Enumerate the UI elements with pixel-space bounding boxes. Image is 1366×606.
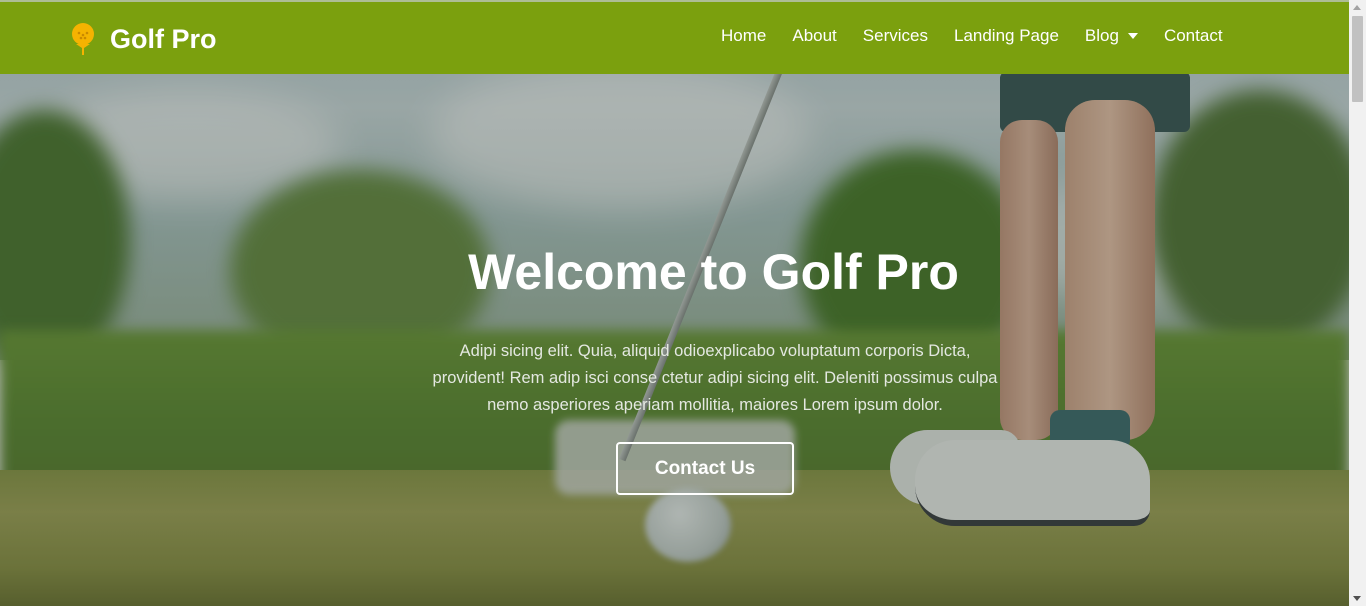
scrollbar-thumb[interactable]: [1352, 16, 1363, 102]
nav-landing-page-label: Landing Page: [953, 26, 1059, 45]
contact-us-button[interactable]: Contact Us: [616, 442, 794, 495]
nav-about-label: About: [792, 26, 837, 45]
page: Welcome to Golf Pro Adipi sicing elit. Q…: [0, 0, 1349, 606]
nav-blog-label: Blog: [1084, 26, 1119, 45]
nav-services-label: Services: [862, 26, 928, 45]
brand-link[interactable]: Golf Pro: [68, 22, 217, 56]
navbar-top-border: [0, 0, 1349, 2]
vertical-scrollbar[interactable]: [1349, 0, 1366, 606]
nav-services[interactable]: Services: [863, 26, 928, 46]
hero-overlay: [0, 0, 1349, 606]
scroll-up-arrow-icon[interactable]: [1353, 5, 1361, 10]
nav-blog-dropdown[interactable]: Blog: [1085, 26, 1138, 46]
nav-home[interactable]: Home: [721, 26, 766, 46]
nav-about[interactable]: About: [792, 26, 836, 46]
nav-contact[interactable]: Contact: [1164, 26, 1223, 46]
caret-down-icon: [1127, 33, 1138, 39]
nav-menu: Home About Services Landing Page Blog Co…: [721, 26, 1223, 46]
hero-section: Welcome to Golf Pro Adipi sicing elit. Q…: [0, 0, 1349, 606]
hero-text: Adipi sicing elit. Quia, aliquid odioexp…: [432, 342, 998, 414]
navbar: Golf Pro Home About Services Landing Pag…: [0, 0, 1349, 74]
nav-landing-page[interactable]: Landing Page: [954, 26, 1059, 46]
golf-ball-on-tee-icon: [72, 23, 94, 55]
hero-title: Welcome to Golf Pro: [468, 244, 959, 300]
nav-contact-label: Contact: [1163, 26, 1223, 45]
scroll-down-arrow-icon[interactable]: [1353, 596, 1361, 601]
nav-home-label: Home: [721, 26, 767, 45]
brand-name: Golf Pro: [110, 23, 217, 54]
